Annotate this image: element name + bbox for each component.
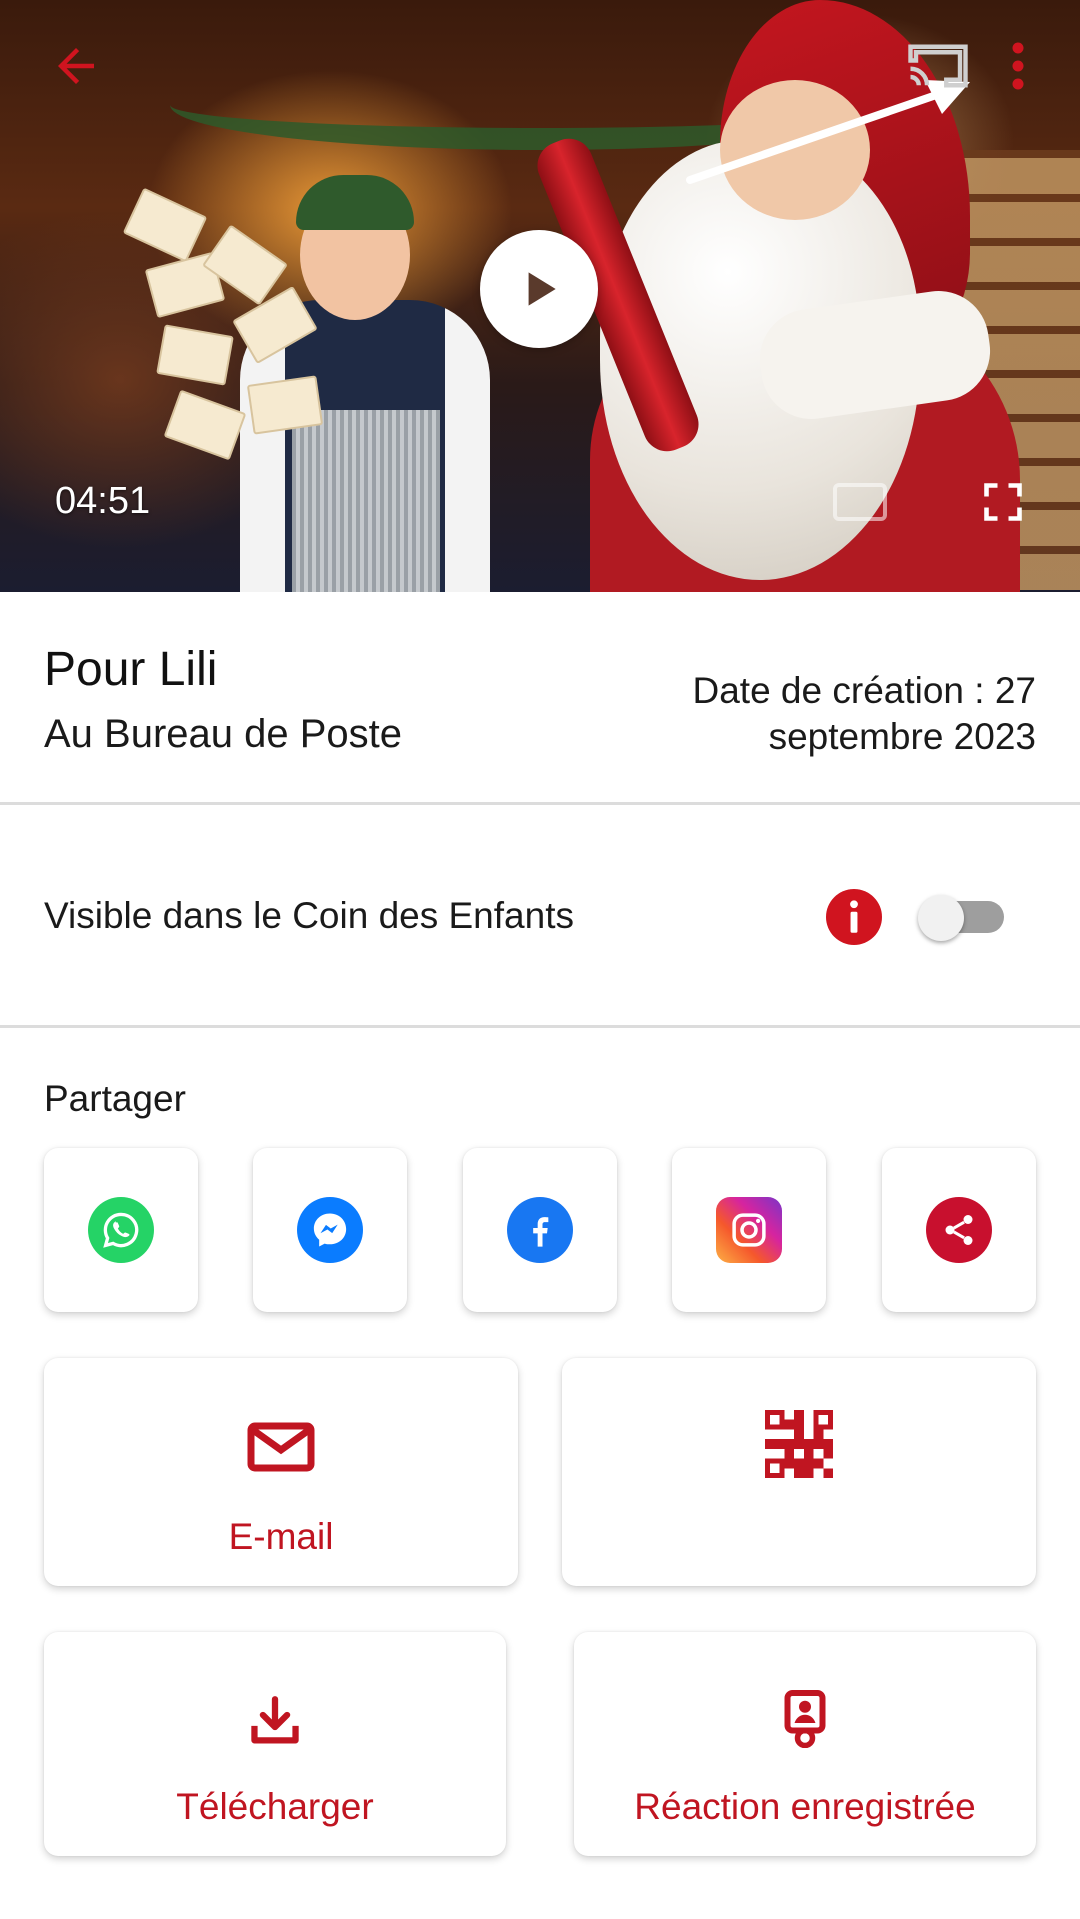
share-more-button[interactable] xyxy=(882,1148,1036,1312)
back-button[interactable] xyxy=(40,30,112,102)
kids-corner-toggle[interactable] xyxy=(918,895,1004,941)
whatsapp-icon xyxy=(88,1197,154,1263)
video-info: Pour Lili Au Bureau de Poste Date de cré… xyxy=(0,592,1080,804)
video-subtitle: Au Bureau de Poste xyxy=(44,712,403,756)
creation-date-line2: septembre 2023 xyxy=(768,716,1036,757)
captions-button[interactable] xyxy=(820,470,900,534)
share-icon xyxy=(926,1197,992,1263)
share-whatsapp-button[interactable] xyxy=(44,1148,198,1312)
play-button[interactable] xyxy=(480,230,598,348)
closed-captions-icon xyxy=(833,483,887,521)
recorded-reaction-label: Réaction enregistrée xyxy=(634,1786,976,1827)
divider xyxy=(0,802,1080,805)
share-facebook-button[interactable] xyxy=(463,1148,617,1312)
fullscreen-button[interactable] xyxy=(970,470,1036,534)
share-heading: Partager xyxy=(44,1078,186,1119)
cast-icon xyxy=(908,44,968,88)
creation-date: Date de création : 27 septembre 2023 xyxy=(616,668,1037,760)
flying-letter xyxy=(122,187,208,263)
video-player[interactable]: 04:51 xyxy=(0,0,1080,592)
divider xyxy=(0,1025,1080,1028)
instagram-icon xyxy=(716,1197,782,1263)
recorded-reaction-icon xyxy=(784,1690,826,1748)
elf-apron xyxy=(292,410,440,592)
fullscreen-icon xyxy=(984,483,1022,521)
qr-code-icon xyxy=(765,1410,833,1478)
facebook-icon xyxy=(507,1197,573,1263)
qr-code-button[interactable] xyxy=(562,1358,1036,1586)
more-options-button[interactable] xyxy=(990,30,1046,102)
download-icon xyxy=(251,1696,299,1744)
info-button[interactable] xyxy=(826,889,882,945)
download-label: Télécharger xyxy=(176,1786,374,1827)
elf-hat xyxy=(296,175,414,230)
email-button[interactable]: E-mail xyxy=(44,1358,518,1586)
download-button[interactable]: Télécharger xyxy=(44,1632,506,1856)
play-icon xyxy=(528,272,556,306)
video-title: Pour Lili xyxy=(44,643,218,696)
recorded-reaction-button[interactable]: Réaction enregistrée xyxy=(574,1632,1036,1856)
share-messenger-button[interactable] xyxy=(253,1148,407,1312)
more-vert-icon xyxy=(1012,42,1024,90)
visibility-label: Visible dans le Coin des Enfants xyxy=(44,895,574,936)
messenger-icon xyxy=(297,1197,363,1263)
creation-date-line1: Date de création : 27 xyxy=(692,670,1037,711)
cast-button[interactable] xyxy=(900,30,976,102)
video-duration: 04:51 xyxy=(55,480,151,522)
info-icon xyxy=(850,900,858,933)
flying-letter xyxy=(163,389,247,461)
flying-letter xyxy=(156,324,234,386)
mail-icon xyxy=(247,1422,315,1472)
email-label: E-mail xyxy=(228,1516,334,1557)
arrow-left-icon xyxy=(58,48,94,84)
share-instagram-button[interactable] xyxy=(672,1148,826,1312)
toggle-thumb xyxy=(918,895,964,941)
flying-letter xyxy=(246,375,324,435)
